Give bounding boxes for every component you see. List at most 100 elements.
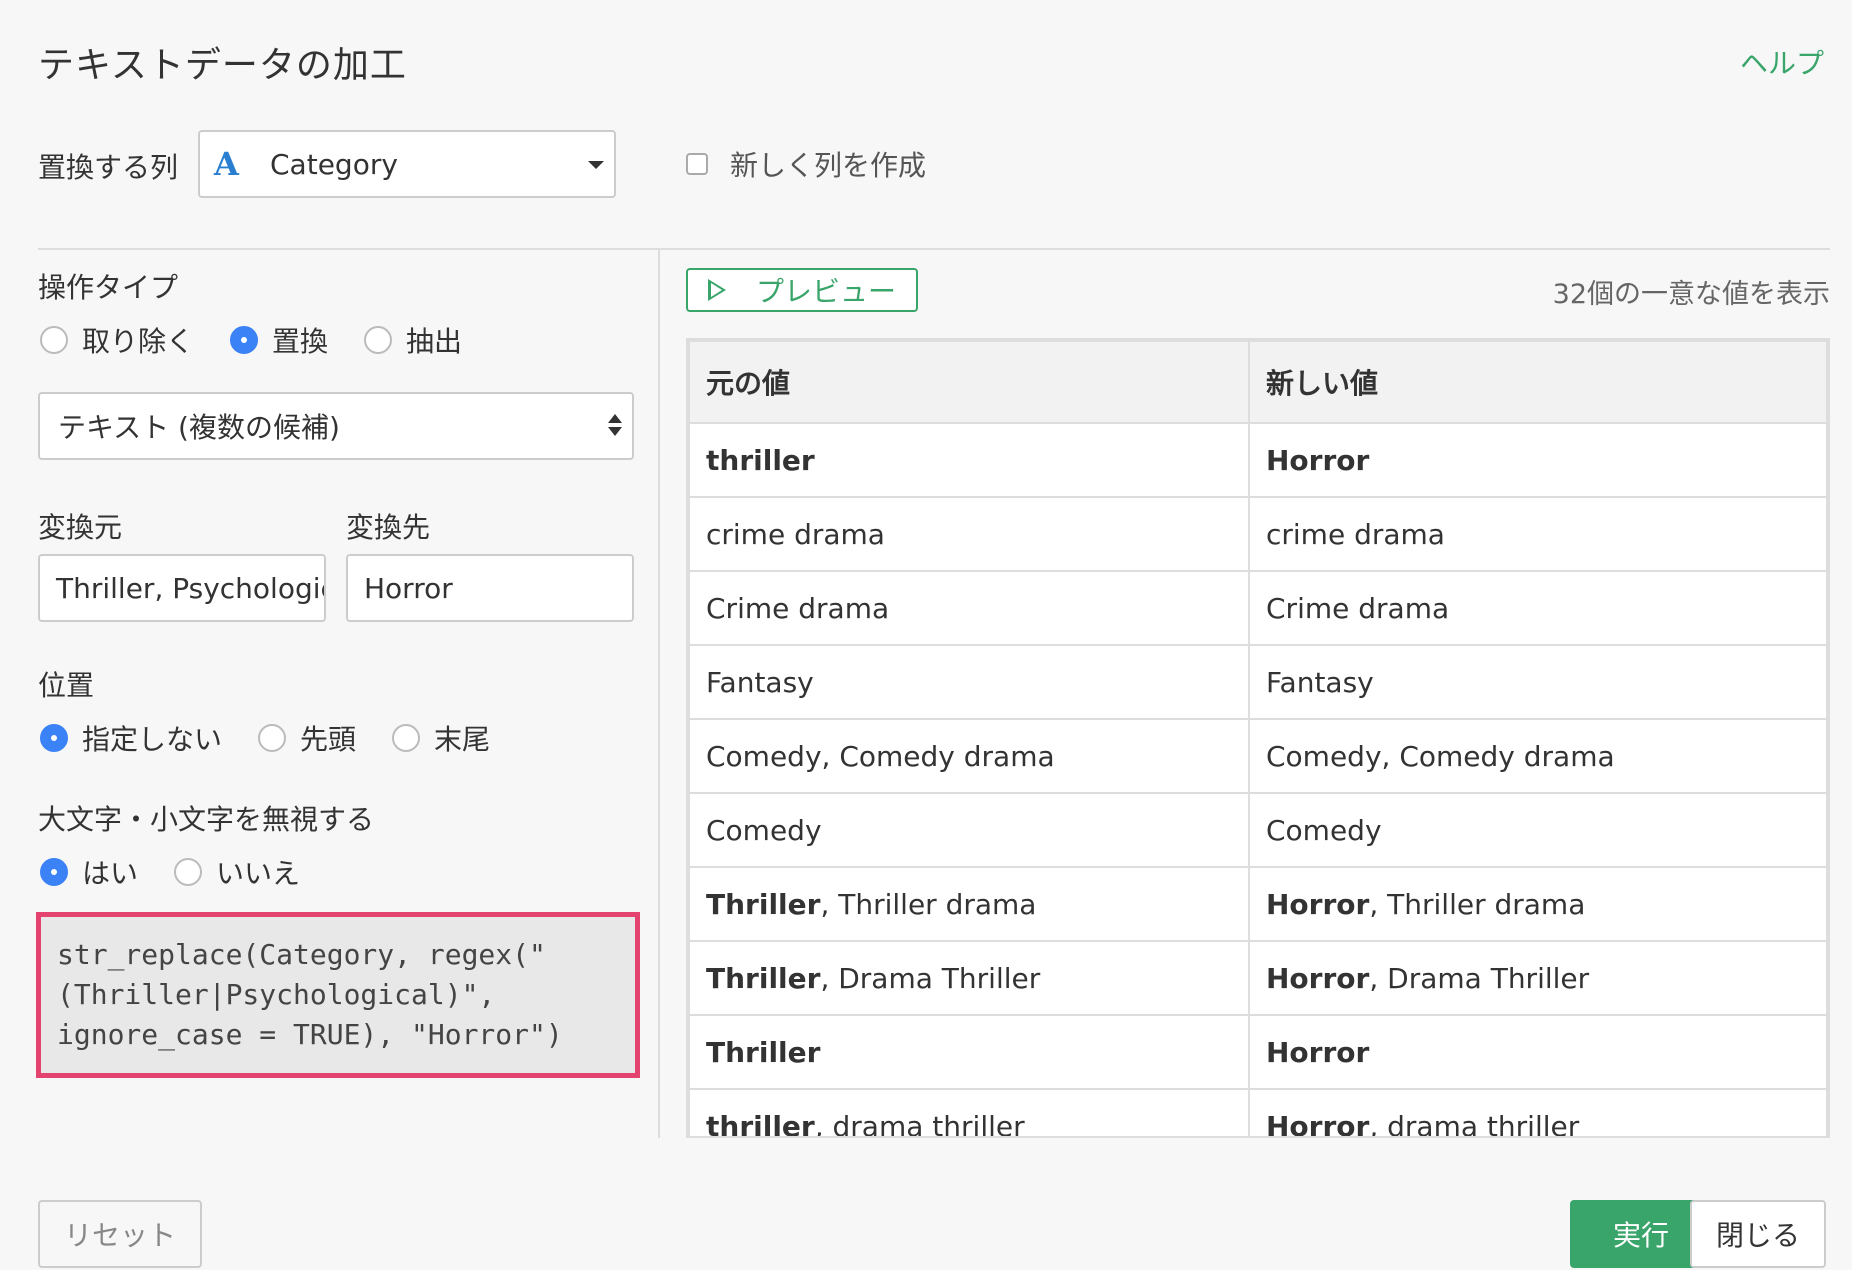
cell-new: Horror, Drama Thriller (1248, 940, 1828, 1016)
radio-ignore-yes[interactable]: はい (40, 852, 138, 892)
cell-text: crime drama (706, 517, 885, 551)
cell-new: Horror (1248, 1014, 1828, 1090)
new-column-checkbox[interactable] (686, 153, 708, 175)
matched-text: Thriller (706, 887, 821, 921)
to-input[interactable]: Horror (346, 554, 634, 622)
cell-original: Comedy (688, 792, 1250, 868)
updown-icon (608, 414, 622, 436)
radio-ignore-yes-label: はい (82, 857, 139, 890)
operation-type-label: 操作タイプ (38, 271, 179, 304)
help-link[interactable]: ヘルプ (1740, 42, 1824, 82)
radio-position-start-label: 先頭 (300, 723, 357, 756)
table-row: thriller Horror (688, 422, 1828, 498)
radio-ignore-no-circle[interactable] (174, 858, 203, 886)
close-button[interactable]: 閉じる (1690, 1200, 1826, 1268)
cell-original: Fantasy (688, 644, 1250, 720)
cell-text: Comedy (1266, 813, 1382, 847)
cell-text: , drama thriller (1369, 1109, 1580, 1138)
table-row: Crime drama Crime drama (688, 570, 1828, 646)
play-icon (708, 279, 726, 301)
cell-new: Crime drama (1248, 570, 1828, 646)
vertical-divider (658, 250, 660, 1138)
cell-text: , drama thriller (814, 1109, 1025, 1138)
code-line-2: (Thriller|Psychological)", (57, 978, 496, 1011)
dialog-title: テキストデータの加工 (38, 45, 407, 86)
radio-position-none[interactable]: 指定しない (40, 718, 222, 758)
radio-replace-label: 置換 (272, 325, 329, 358)
cell-text: , Thriller drama (1369, 887, 1586, 921)
table-row: Thriller, Drama Thriller Horror, Drama Th… (688, 940, 1828, 1016)
cell-text: Fantasy (1266, 665, 1374, 699)
cell-text: Crime drama (706, 591, 890, 625)
reset-button[interactable]: リセット (38, 1200, 202, 1268)
preview-table: 元の値 新しい値 thriller Horror crime drama crime … (686, 338, 1830, 1138)
cell-text: crime drama (1266, 517, 1445, 551)
top-divider (38, 248, 1830, 250)
cell-text: Crime drama (1266, 591, 1450, 625)
ignore-case-label: 大文字・小文字を無視する (38, 803, 375, 836)
table-row: Comedy, Comedy drama Comedy, Comedy drama (688, 718, 1828, 794)
cell-original: thriller, drama thriller (688, 1088, 1250, 1138)
matched-text: Horror (1266, 961, 1370, 995)
matched-text: thriller (706, 443, 815, 477)
radio-position-none-circle[interactable] (40, 724, 68, 752)
table-row: Fantasy Fantasy (688, 644, 1828, 720)
cell-original: Thriller, Thriller drama (688, 866, 1250, 942)
from-label: 変換元 (38, 511, 123, 544)
radio-remove-circle[interactable] (40, 326, 68, 354)
text-type-icon: A (214, 145, 239, 183)
cell-new: Horror, drama thriller (1248, 1088, 1828, 1138)
matched-text: Horror (1266, 887, 1370, 921)
from-input[interactable]: Thriller, Psychologic (38, 554, 326, 622)
cell-text: , Drama Thriller (1369, 961, 1590, 995)
column-select[interactable]: A Category (198, 130, 616, 198)
table-row: Comedy Comedy (688, 792, 1828, 868)
cell-original: Thriller (688, 1014, 1250, 1090)
radio-position-start-circle[interactable] (258, 724, 287, 752)
table-row: thriller, drama thriller Horror, drama th… (688, 1088, 1828, 1138)
radio-ignore-yes-circle[interactable] (40, 858, 68, 886)
ignore-case-radios: はい いいえ (40, 852, 336, 892)
radio-extract-circle[interactable] (364, 326, 393, 354)
match-mode-value: テキスト (複数の候補) (58, 411, 340, 444)
unique-count-text: 32個の一意な値を表示 (1552, 279, 1830, 310)
cell-original: crime drama (688, 496, 1250, 572)
radio-position-none-label: 指定しない (82, 723, 223, 756)
new-column-option[interactable]: 新しく列を作成 (686, 144, 926, 184)
radio-position-end-circle[interactable] (392, 724, 421, 752)
matched-text: Horror (1266, 443, 1370, 477)
code-line-1: str_replace(Category, regex(" (57, 938, 546, 971)
cell-text: Fantasy (706, 665, 814, 699)
radio-position-start[interactable]: 先頭 (258, 718, 356, 758)
cell-text: Comedy, Comedy drama (1266, 739, 1615, 773)
matched-text: Horror (1266, 1109, 1370, 1138)
header-new: 新しい値 (1248, 340, 1828, 424)
header-original: 元の値 (688, 340, 1250, 424)
radio-extract-label: 抽出 (406, 325, 463, 358)
code-line-3: ignore_case = TRUE), "Horror") (57, 1018, 563, 1051)
to-label: 変換先 (346, 511, 431, 544)
radio-position-end-label: 末尾 (434, 723, 491, 756)
radio-replace[interactable]: 置換 (230, 320, 328, 360)
position-label: 位置 (38, 669, 95, 702)
table-row: Thriller Horror (688, 1014, 1828, 1090)
operation-type-radios: 取り除く 置換 抽出 (40, 320, 498, 360)
cell-text: Comedy, Comedy drama (706, 739, 1055, 773)
chevron-down-icon (588, 161, 604, 169)
radio-remove[interactable]: 取り除く (40, 320, 194, 360)
matched-text: thriller (706, 1109, 815, 1138)
generated-code-box: str_replace(Category, regex(" (Thriller|P… (36, 912, 640, 1078)
radio-ignore-no[interactable]: いいえ (174, 852, 300, 892)
cell-new: Comedy (1248, 792, 1828, 868)
match-mode-select[interactable]: テキスト (複数の候補) (38, 392, 634, 460)
radio-position-end[interactable]: 末尾 (392, 718, 490, 758)
cell-original: Comedy, Comedy drama (688, 718, 1250, 794)
table-row: crime drama crime drama (688, 496, 1828, 572)
preview-button[interactable]: プレビュー (686, 268, 918, 312)
cell-new: Horror, Thriller drama (1248, 866, 1828, 942)
cell-new: Fantasy (1248, 644, 1828, 720)
cell-text: Comedy (706, 813, 822, 847)
radio-replace-circle[interactable] (230, 326, 259, 354)
matched-text: Thriller (706, 1035, 821, 1069)
radio-extract[interactable]: 抽出 (364, 320, 462, 360)
